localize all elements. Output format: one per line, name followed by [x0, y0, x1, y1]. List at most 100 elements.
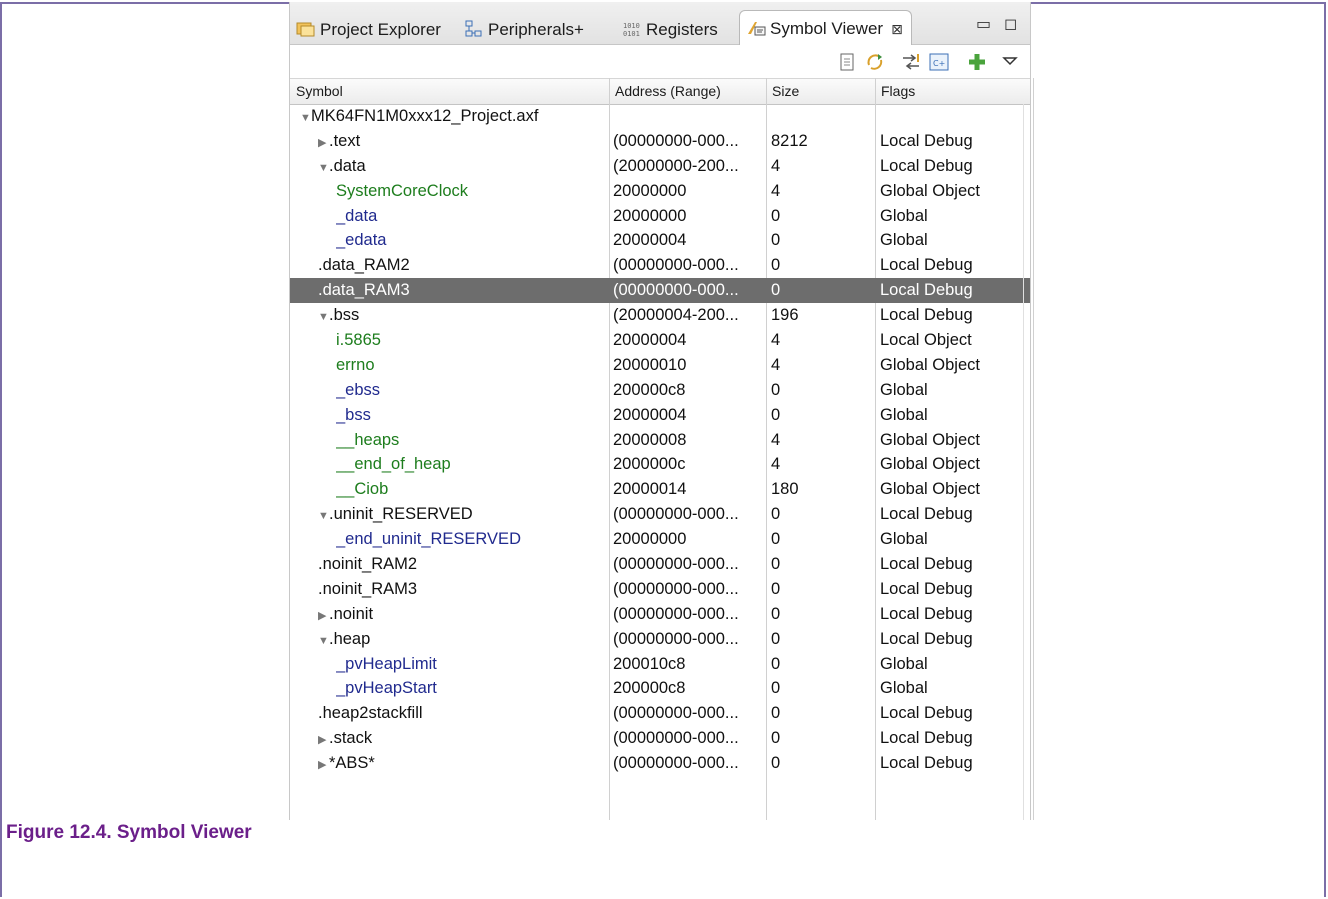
column-header-address[interactable]: Address (Range)	[615, 83, 721, 99]
size-cell: 0	[771, 654, 781, 673]
symbol-name: .data	[329, 156, 366, 175]
table-row[interactable]: ▼.bss (20000004-200... 196 Local Debug	[290, 303, 1030, 328]
collapse-triangle-icon[interactable]: ▼	[318, 629, 329, 654]
table-row[interactable]: __Ciob 20000014 180 Global Object	[290, 477, 1030, 502]
table-row[interactable]: .data_RAM3 (00000000-000... 0 Local Debug	[290, 278, 1030, 304]
collapse-triangle-icon[interactable]: ▼	[318, 504, 329, 529]
symbol-cell: ▶ *ABS*	[318, 751, 608, 778]
size-cell: 0	[771, 380, 781, 399]
size-cell: 0	[771, 405, 781, 424]
symbol-cell: _end_uninit_RESERVED	[336, 527, 608, 552]
table-row[interactable]: ▶ *ABS* (00000000-000... 0 Local Debug	[290, 751, 1030, 776]
address-cell: 2000000c	[613, 455, 686, 474]
expand-triangle-icon[interactable]: ▶	[318, 753, 329, 778]
table-row[interactable]: ▶ .text (00000000-000... 8212 Local Debug	[290, 129, 1030, 154]
close-tab-icon[interactable]: ⊠	[891, 21, 903, 37]
symbol-cell: .data_RAM2	[318, 253, 608, 278]
symbol-cell: i.5865	[336, 328, 608, 353]
column-header-symbol[interactable]: Symbol	[296, 83, 343, 99]
address-cell: (00000000-000...	[613, 704, 739, 723]
size-cell: 196	[771, 306, 799, 325]
symbol-name: .data_RAM2	[318, 256, 410, 275]
table-row[interactable]: __heaps 20000008 4 Global Object	[290, 428, 1030, 453]
expand-triangle-icon[interactable]: ▶	[318, 728, 329, 753]
table-row[interactable]: _pvHeapLimit 200010c8 0 Global	[290, 652, 1030, 677]
symbol-name: *ABS*	[329, 754, 375, 773]
symbol-name: .noinit_RAM2	[318, 555, 418, 574]
size-cell: 0	[771, 555, 781, 574]
table-row[interactable]: ▶ .stack (00000000-000... 0 Local Debug	[290, 726, 1030, 751]
table-row[interactable]: _ebss 200000c8 0 Global	[290, 378, 1030, 403]
column-header-size[interactable]: Size	[772, 83, 799, 99]
maximize-icon[interactable]: ◻	[1004, 14, 1017, 34]
flags-cell: Local Debug	[880, 579, 973, 598]
size-cell: 0	[771, 530, 781, 549]
open-file-icon[interactable]	[836, 51, 858, 73]
table-row[interactable]: _edata 20000004 0 Global	[290, 228, 1030, 253]
symbol-cell: __heaps	[336, 428, 608, 453]
address-cell: (20000004-200...	[613, 306, 739, 325]
table-row[interactable]: .noinit_RAM2 (00000000-000... 0 Local Debug	[290, 552, 1030, 577]
symbol-cell: .noinit_RAM2	[318, 552, 608, 577]
collapse-triangle-icon[interactable]: ▼	[318, 156, 329, 181]
symbol-cell: ▼.bss	[318, 303, 608, 330]
table-row[interactable]: .noinit_RAM3 (00000000-000... 0 Local Debug	[290, 577, 1030, 602]
symbol-name: .data_RAM3	[318, 281, 410, 300]
address-cell: 20000004	[613, 231, 687, 250]
table-row[interactable]: errno 20000010 4 Global Object	[290, 353, 1030, 378]
table-row[interactable]: .data_RAM2 (00000000-000... 0 Local Debug	[290, 253, 1030, 278]
symbol-name: _ebss	[336, 380, 381, 399]
table-row[interactable]: _data 20000000 0 Global	[290, 204, 1030, 229]
flags-cell: Local Debug	[880, 555, 973, 574]
tab-registers[interactable]: 1010 0101 Registers	[622, 16, 718, 44]
collapse-triangle-icon[interactable]: ▼	[318, 305, 329, 330]
tab-peripherals[interactable]: Peripherals+	[464, 16, 584, 44]
flags-cell: Global Object	[880, 355, 980, 374]
table-row[interactable]: _end_uninit_RESERVED 20000000 0 Global	[290, 527, 1030, 552]
collapse-triangle-icon[interactable]: ▼	[300, 106, 311, 131]
refresh-icon[interactable]	[864, 51, 886, 73]
view-menu-icon[interactable]	[1000, 51, 1022, 73]
table-row[interactable]: ▼.heap (00000000-000... 0 Local Debug	[290, 627, 1030, 652]
symbol-name: .noinit	[329, 604, 374, 623]
tab-symbol-viewer[interactable]: Symbol Viewer ⊠	[739, 10, 912, 45]
vertical-scrollbar[interactable]	[1023, 104, 1030, 820]
symbol-cell: .data_RAM3	[318, 278, 608, 303]
size-cell: 0	[771, 629, 781, 648]
flags-cell: Global	[880, 530, 928, 549]
symbol-name: .uninit_RESERVED	[329, 505, 473, 524]
figure-caption: Figure 12.4. Symbol Viewer	[6, 822, 252, 843]
table-row[interactable]: .heap2stackfill (00000000-000... 0 Local De…	[290, 701, 1030, 726]
size-cell: 0	[771, 679, 781, 698]
symbol-cell: ▼.heap	[318, 627, 608, 654]
link-with-editor-icon[interactable]	[900, 51, 922, 73]
flags-cell: Global	[880, 405, 928, 424]
symbol-name: _data	[336, 206, 378, 225]
flags-cell: Local Debug	[880, 604, 973, 623]
table-row[interactable]: SystemCoreClock 20000000 4 Global Object	[290, 179, 1030, 204]
symbol-name: __heaps	[336, 430, 400, 449]
flags-cell: Local Debug	[880, 754, 973, 773]
table-row[interactable]: ▼MK64FN1M0xxx12_Project.axf	[290, 104, 1030, 129]
tab-project-explorer[interactable]: Project Explorer	[296, 16, 441, 44]
table-row[interactable]: i.5865 20000004 4 Local Object	[290, 328, 1030, 353]
table-row[interactable]: ▶ .noinit (00000000-000... 0 Local Debug	[290, 602, 1030, 627]
column-header-flags[interactable]: Flags	[881, 83, 915, 99]
table-header: Symbol Address (Range) Size Flags	[290, 78, 1030, 105]
size-cell: 0	[771, 281, 781, 300]
symbol-cell: __end_of_heap	[336, 452, 608, 477]
symbol-name: .stack	[329, 729, 373, 748]
table-row[interactable]: __end_of_heap 2000000c 4 Global Object	[290, 452, 1030, 477]
symbol-name: _end_uninit_RESERVED	[336, 530, 521, 549]
table-row[interactable]: ▼.data (20000000-200... 4 Local Debug	[290, 154, 1030, 179]
table-row[interactable]: _bss 20000004 0 Global	[290, 403, 1030, 428]
symbol-cell: ▼MK64FN1M0xxx12_Project.axf	[300, 104, 608, 131]
table-row[interactable]: _pvHeapStart 200000c8 0 Global	[290, 676, 1030, 701]
minimize-icon[interactable]: ▭	[976, 14, 991, 34]
expand-triangle-icon[interactable]: ▶	[318, 604, 329, 629]
demangle-cpp-icon[interactable]: C+	[928, 51, 950, 73]
expand-triangle-icon[interactable]: ▶	[318, 131, 329, 156]
add-icon[interactable]	[966, 51, 988, 73]
table-row[interactable]: ▼.uninit_RESERVED (00000000-000... 0 Local …	[290, 502, 1030, 527]
flags-cell: Global	[880, 654, 928, 673]
